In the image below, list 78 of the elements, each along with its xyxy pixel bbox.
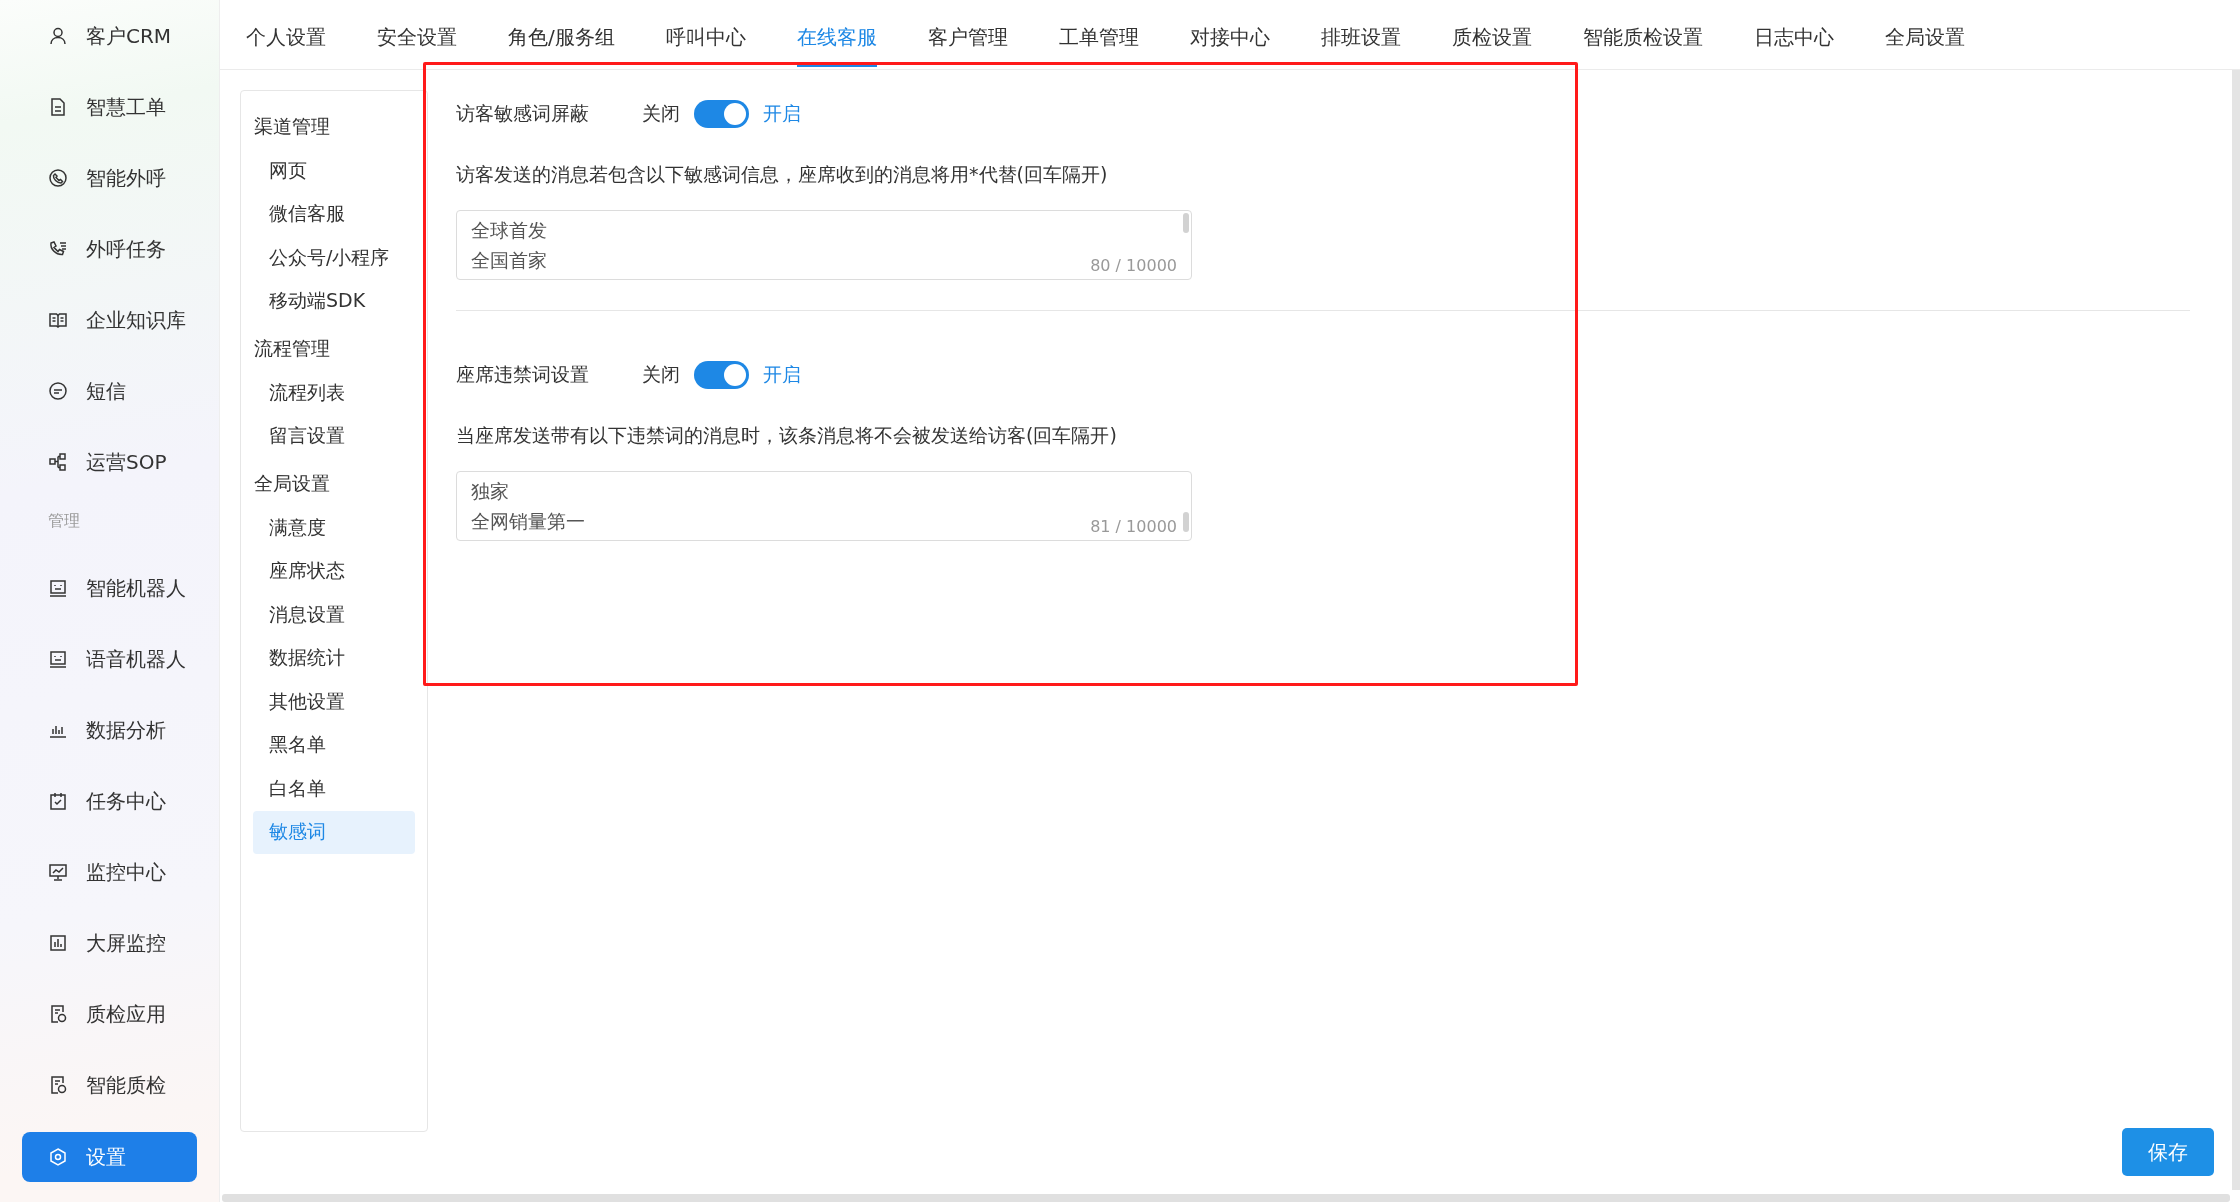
character-count: 80 / 10000 (1090, 256, 1177, 275)
settings-tab[interactable]: 对接中心 (1189, 10, 1270, 67)
character-count: 81 / 10000 (1090, 517, 1177, 536)
sidebar-item[interactable]: 客户CRM (22, 8, 197, 64)
settings-tab[interactable]: 工单管理 (1058, 10, 1139, 67)
setting-title: 座席违禁词设置 (456, 362, 590, 387)
sidebar-item[interactable]: 智能机器人 (22, 560, 197, 616)
nav-icon (48, 1147, 68, 1167)
subnav-item[interactable]: 数据统计 (253, 636, 415, 680)
sidebar-section-label: 管理 (47, 511, 81, 532)
horizontal-scrollbar[interactable] (222, 1194, 2230, 1202)
subnav-item[interactable]: 黑名单 (253, 723, 415, 767)
sidebar-item[interactable]: 大屏监控 (22, 915, 197, 971)
sidebar-item[interactable]: 智能外呼 (22, 150, 197, 206)
subnav-item[interactable]: 流程列表 (253, 371, 415, 415)
nav-icon (48, 97, 68, 117)
nav-icon (48, 791, 68, 811)
subnav-item[interactable]: 白名单 (253, 767, 415, 811)
sidebar-item[interactable]: 智能质检 (22, 1057, 197, 1113)
subnav-item[interactable]: 网页 (253, 149, 415, 193)
setting-description: 访客发送的消息若包含以下敏感词信息，座席收到的消息将用*代替(回车隔开) (456, 162, 1109, 187)
subnav-item[interactable]: 移动端SDK (253, 279, 415, 323)
nav-icon (48, 1075, 68, 1095)
sidebar-item[interactable]: 数据分析 (22, 702, 197, 758)
sidebar-item[interactable]: 智慧工单 (22, 79, 197, 135)
scrollbar-thumb[interactable] (1183, 512, 1189, 532)
toggle-switch[interactable] (694, 100, 749, 128)
nav-icon (48, 1004, 68, 1024)
subnav-item[interactable]: 其他设置 (253, 680, 415, 724)
subnav-item[interactable]: 留言设置 (253, 414, 415, 458)
subnav-group-label: 流程管理 (253, 336, 331, 361)
subnav-group-label: 全局设置 (253, 471, 331, 496)
settings-tab[interactable]: 日志中心 (1753, 10, 1834, 67)
nav-icon (48, 578, 68, 598)
settings-tab[interactable]: 全局设置 (1884, 10, 1965, 67)
subnav-item[interactable]: 公众号/小程序 (253, 236, 415, 280)
sidebar-item[interactable]: 语音机器人 (22, 631, 197, 687)
settings-tab[interactable]: 安全设置 (377, 10, 457, 67)
settings-tab[interactable]: 质检设置 (1451, 10, 1532, 67)
nav-icon (48, 310, 68, 330)
sidebar-item[interactable]: 运营SOP (22, 434, 197, 490)
nav-icon (48, 452, 68, 472)
subnav-item[interactable]: 座席状态 (253, 549, 415, 593)
sidebar-item[interactable]: 短信 (22, 363, 197, 419)
toggle-switch[interactable] (694, 361, 749, 389)
sidebar-item[interactable]: 外呼任务 (22, 221, 197, 277)
settings-tab[interactable]: 在线客服 (796, 10, 877, 67)
on-label: 开启 (763, 101, 801, 126)
subnav-item[interactable]: 消息设置 (253, 593, 415, 637)
nav-icon (48, 649, 68, 669)
settings-tab[interactable]: 呼叫中心 (665, 10, 746, 67)
sidebar-item[interactable]: 企业知识库 (22, 292, 197, 348)
off-label: 关闭 (642, 362, 680, 387)
nav-icon (48, 26, 68, 46)
off-label: 关闭 (642, 101, 680, 126)
nav-icon (48, 381, 68, 401)
setting-title: 访客敏感词屏蔽 (456, 101, 590, 126)
words-textarea[interactable]: 全球首发 全国首家 80 / 10000 (456, 210, 1192, 280)
settings-tab[interactable]: 角色/服务组 (508, 10, 615, 67)
settings-tab[interactable]: 智能质检设置 (1582, 10, 1703, 67)
nav-icon (48, 933, 68, 953)
subnav-item[interactable]: 微信客服 (253, 192, 415, 236)
settings-tab[interactable]: 排班设置 (1320, 10, 1401, 67)
settings-tab[interactable]: 个人设置 (246, 10, 326, 67)
scrollbar-thumb[interactable] (1183, 213, 1189, 233)
subnav-item[interactable]: 满意度 (253, 506, 415, 550)
subnav-group-label: 渠道管理 (253, 114, 331, 139)
settings-tab[interactable]: 客户管理 (927, 10, 1008, 67)
on-label: 开启 (763, 362, 801, 387)
vertical-scrollbar[interactable] (2232, 70, 2240, 1190)
sidebar-item[interactable]: 监控中心 (22, 844, 197, 900)
words-textarea[interactable]: 独家 全网销量第一 81 / 10000 (456, 471, 1192, 541)
nav-icon (48, 862, 68, 882)
nav-icon (48, 168, 68, 188)
setting-description: 当座席发送带有以下违禁词的消息时，该条消息将不会被发送给访客(回车隔开) (456, 423, 1118, 448)
sidebar-item[interactable]: 任务中心 (22, 773, 197, 829)
sidebar-item[interactable]: 质检应用 (22, 986, 197, 1042)
sidebar-item[interactable]: 设置 (22, 1132, 197, 1182)
